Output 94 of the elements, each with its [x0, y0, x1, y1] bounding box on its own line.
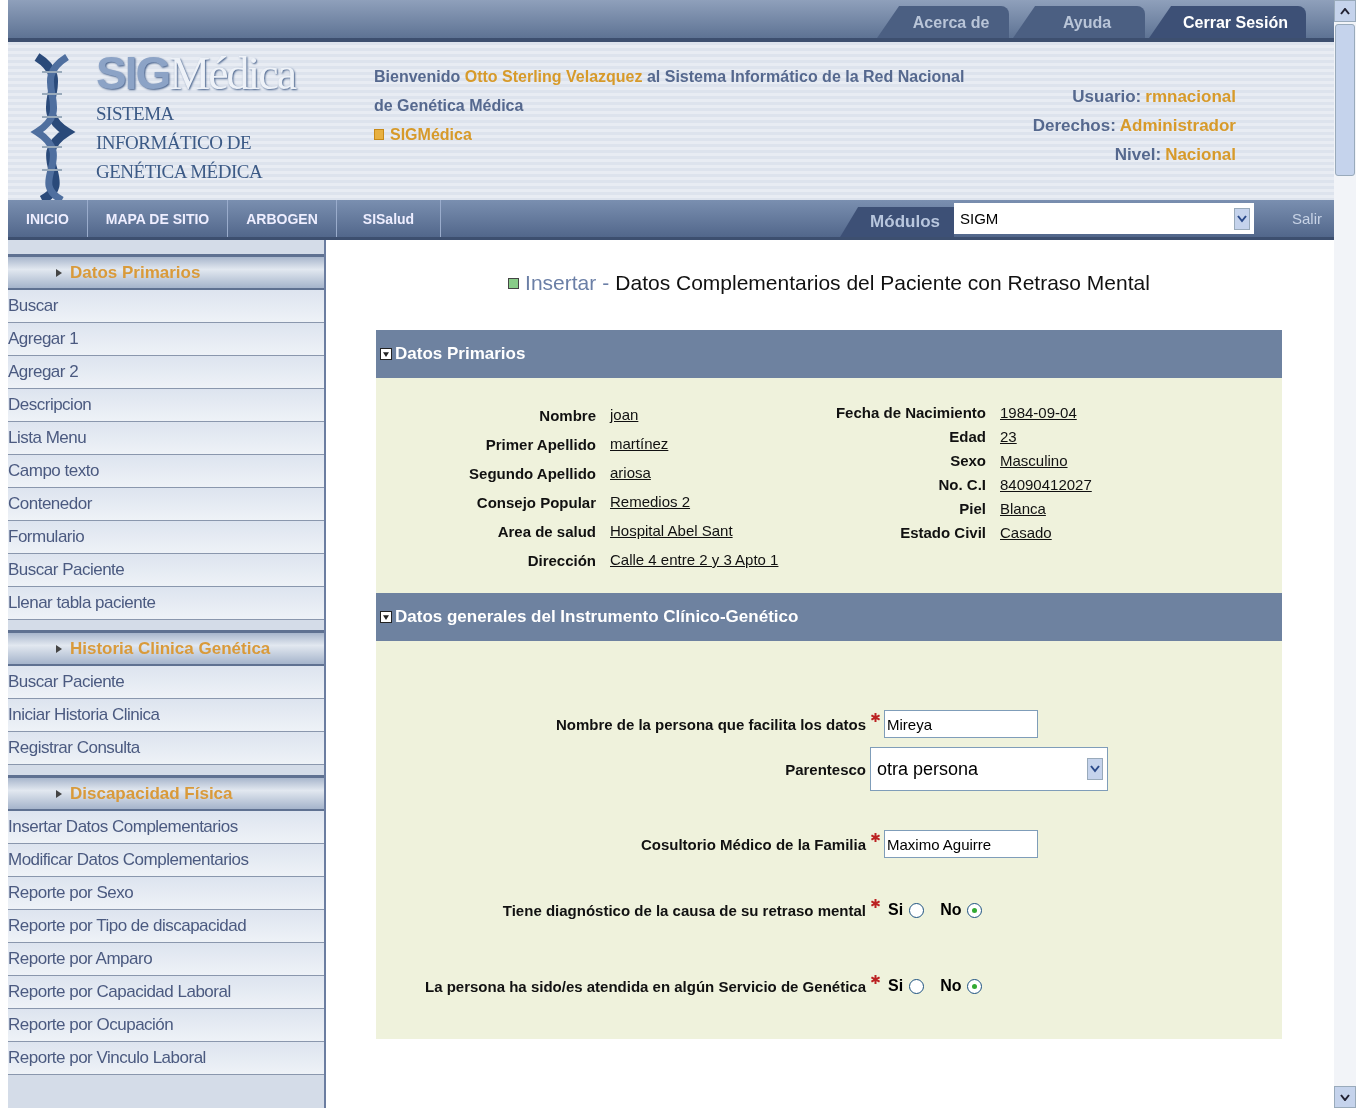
sidebar-item[interactable]: Reporte por Capacidad Laboral — [8, 976, 324, 1009]
radio-button[interactable] — [909, 902, 925, 918]
user-info-value: Nacional — [1165, 144, 1236, 166]
field-label: Segundo Apellido — [468, 464, 596, 482]
sidebar-item[interactable]: Campo texto — [8, 455, 324, 488]
relationship-dropdown[interactable]: otra persona — [870, 747, 1108, 791]
field-value-link[interactable]: Calle 4 entre 2 y 3 Apto 1 — [610, 549, 800, 571]
sidebar-item[interactable]: Reporte por Ocupación — [8, 1009, 324, 1042]
scrollbar-thumb[interactable] — [1335, 24, 1355, 176]
sidebar-item[interactable]: Reporte por Tipo de discapacidad — [8, 910, 324, 943]
header-tab[interactable]: Ayuda — [1013, 6, 1146, 38]
app-subtitle: SISTEMA INFORMÁTICO DE GENÉTICA MÉDICA — [96, 102, 264, 184]
header-tab[interactable]: Acerca de — [877, 6, 1010, 38]
form-label: Cosultorio Médico de la Familia — [639, 835, 866, 853]
field-label: Fecha de Nacimiento — [834, 404, 986, 421]
field-value-link[interactable]: Casado — [1000, 524, 1052, 541]
collapse-toggle-icon[interactable] — [380, 611, 392, 623]
field-label: No. C.I — [937, 476, 986, 493]
field-label: Dirección — [526, 551, 596, 569]
form-label: La persona ha sido/es atendida en algún Servicio de Genética — [424, 977, 866, 995]
field-value-link[interactable]: Masculino — [1000, 452, 1068, 469]
triangle-icon — [56, 789, 62, 798]
radio-button[interactable] — [967, 978, 983, 994]
sidebar-item[interactable]: Iniciar Historia Clinica — [8, 699, 324, 732]
field-value-link[interactable]: Hospital Abel Sant — [610, 520, 800, 542]
user-info-value: rmnacional — [1145, 86, 1236, 108]
text-input[interactable]: Mireya — [884, 710, 1038, 738]
welcome-message: Bienvenido Otto Sterling Velazquez al Sistema Informático de la Red Nacional de Genética Médica — [374, 67, 966, 116]
radio-button[interactable] — [967, 902, 983, 918]
field-label: Estado Civil — [899, 524, 986, 541]
triangle-icon — [56, 644, 62, 653]
sidebar-item[interactable]: Reporte por Amparo — [8, 943, 324, 976]
user-info-label: Nivel: — [1114, 144, 1162, 166]
sidebar-item[interactable]: Contenedor — [8, 488, 324, 521]
field-label: Area de salud — [496, 522, 596, 540]
collapse-toggle-icon[interactable] — [380, 348, 392, 360]
user-info-value: Administrador — [1119, 115, 1236, 137]
sidebar-item[interactable]: Llenar tabla paciente — [8, 587, 324, 620]
field-value-link[interactable]: 23 — [1000, 428, 1017, 445]
field-label: Nombre — [538, 406, 596, 424]
section-header[interactable]: Datos Primarios — [376, 330, 1282, 378]
field-label: Edad — [948, 428, 986, 445]
form-label: Parentesco — [784, 760, 866, 778]
section-header[interactable]: Datos generales del Instrumento Clínico-Genético — [376, 593, 1282, 641]
form-label: Nombre de la persona que facilita los datos — [554, 715, 866, 733]
field-value-link[interactable]: Blanca — [1000, 500, 1046, 517]
sidebar-item[interactable]: Descripcion — [8, 389, 324, 422]
insert-icon — [508, 277, 520, 289]
radio-button[interactable] — [909, 978, 925, 994]
nav-link[interactable]: ARBOGEN — [228, 200, 337, 237]
scroll-up-icon[interactable] — [1334, 0, 1356, 22]
header-tab[interactable]: Cerrar Sesión — [1149, 6, 1306, 38]
radio-label: No — [940, 977, 962, 995]
modules-label: Módulos — [840, 207, 954, 237]
nav-link[interactable]: INICIO — [8, 200, 88, 237]
app-logo-title: SIGMédica — [96, 48, 296, 99]
field-label: Primer Apellido — [484, 435, 596, 453]
sidebar-item[interactable]: Agregar 1 — [8, 323, 324, 356]
sidebar-item[interactable]: Buscar Paciente — [8, 666, 324, 699]
sidebar-item[interactable]: Modificar Datos Complementarios — [8, 844, 324, 877]
field-label: Piel — [958, 500, 986, 517]
sidebar-item[interactable]: Reporte por Sexo — [8, 877, 324, 910]
page-title: Datos Complementarios del Paciente con Retraso Mental — [615, 271, 1150, 295]
sidebar-item[interactable]: Registrar Consulta — [8, 732, 324, 765]
sidebar-item[interactable]: Insertar Datos Complementarios — [8, 811, 324, 844]
field-value-link[interactable]: 1984-09-04 — [1000, 404, 1077, 421]
sidebar-item[interactable]: Reporte por Vinculo Laboral — [8, 1042, 324, 1075]
field-label: Sexo — [949, 452, 986, 469]
sidebar-item[interactable]: Lista Menu — [8, 422, 324, 455]
radio-label: No — [940, 901, 962, 919]
sidebar-item[interactable]: Agregar 2 — [8, 356, 324, 389]
field-value-link[interactable]: Remedios 2 — [610, 491, 800, 513]
sidebar-item[interactable]: Buscar Paciente — [8, 554, 324, 587]
title-separator: - — [602, 271, 610, 295]
modules-dropdown[interactable]: SIGM — [954, 203, 1254, 234]
form-label: Tiene diagnóstico de la causa de su retraso mental — [501, 901, 866, 919]
text-input[interactable]: Maximo Aguirre — [884, 830, 1038, 858]
field-label: Consejo Popular — [475, 493, 596, 511]
nav-link[interactable]: SISalud — [336, 200, 442, 237]
vertical-scrollbar[interactable] — [1334, 0, 1356, 1108]
field-value-link[interactable]: martínez — [610, 433, 800, 455]
user-info-label: Derechos: — [1032, 115, 1116, 137]
radio-label: Si — [888, 977, 904, 995]
triangle-icon — [56, 268, 62, 277]
field-value-link[interactable]: 84090412027 — [1000, 476, 1092, 493]
nav-link[interactable]: MAPA DE SITIO — [87, 200, 229, 237]
sidebar-item[interactable]: Buscar — [8, 290, 324, 323]
page-action: Insertar — [525, 271, 597, 295]
sidebar-item[interactable]: Formulario — [8, 521, 324, 554]
user-info-label: Usuario: — [1072, 86, 1142, 108]
scroll-down-icon[interactable] — [1334, 1086, 1356, 1108]
radio-label: Si — [888, 901, 904, 919]
field-value-link[interactable]: joan — [610, 404, 800, 426]
field-value-link[interactable]: ariosa — [610, 462, 800, 484]
